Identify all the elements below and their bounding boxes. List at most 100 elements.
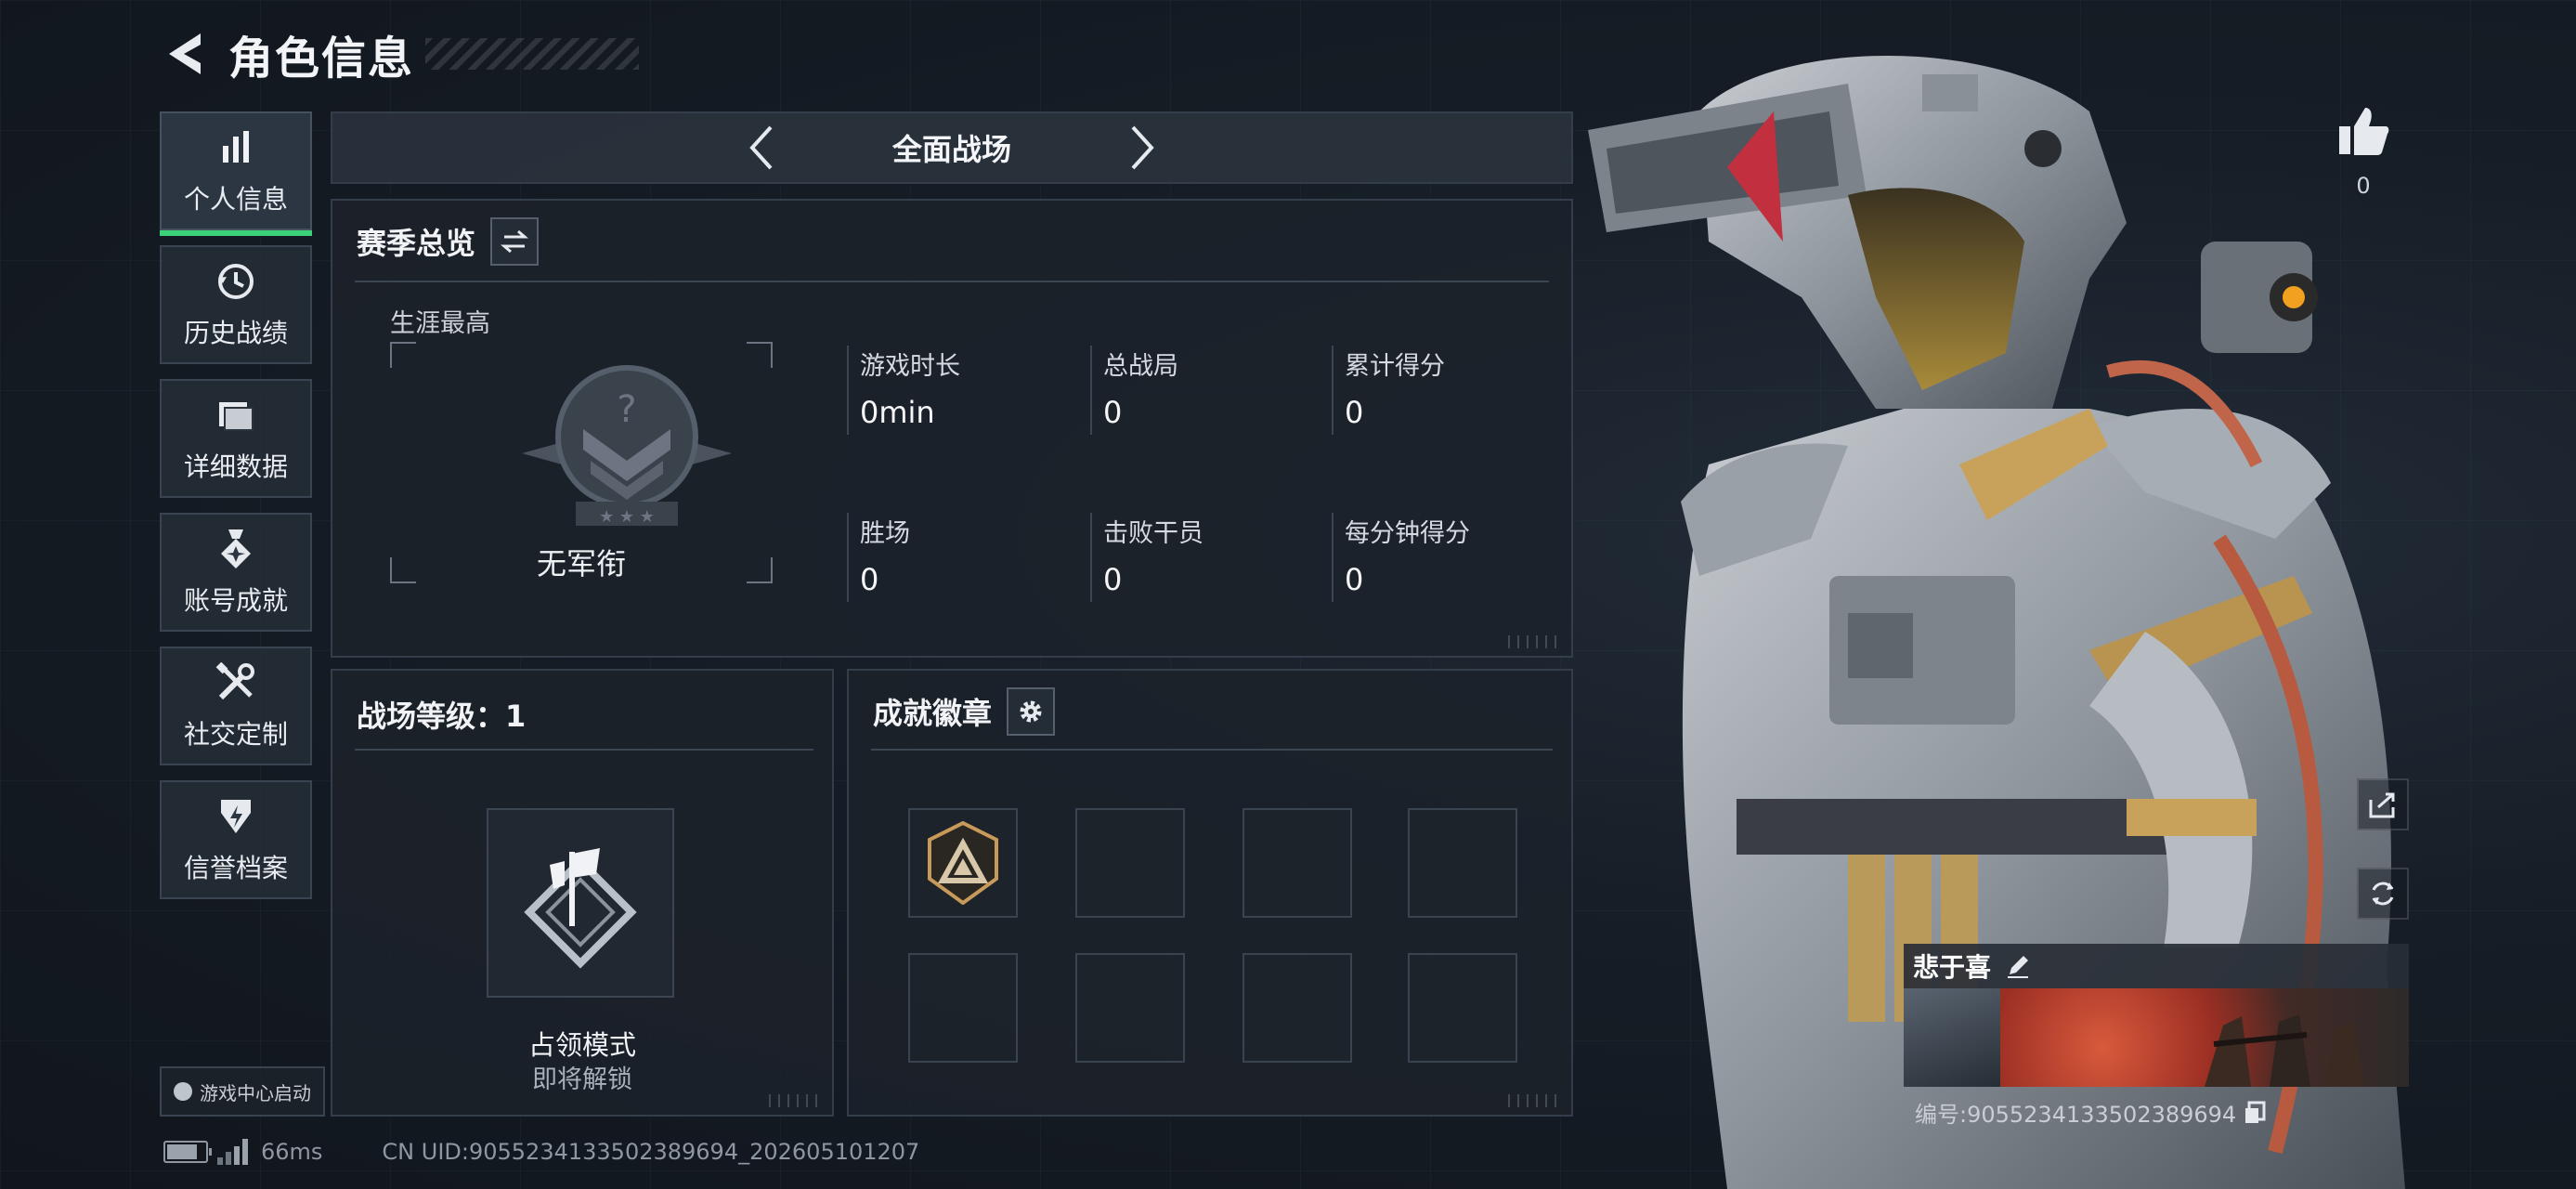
back-arrow-icon (169, 33, 201, 74)
sidebar-item-personal-info[interactable]: 个人信息 (160, 111, 312, 236)
swap-season-button[interactable] (490, 217, 540, 266)
badges-divider (871, 749, 1553, 751)
sidebar-item-history[interactable]: 历史战绩 (160, 245, 312, 364)
stat-value: 0 (1345, 562, 1364, 597)
triangle-emblem-icon (928, 821, 998, 905)
season-overview-panel: 赛季总览 生涯最高 ? ★ ★ ★ 无军衔 游戏时长 0min 总战局 0 累计… (331, 199, 1573, 658)
badges-title: 成就徽章 (873, 696, 993, 731)
player-avatar (1904, 988, 2000, 1087)
sidebar: 个人信息 历史战绩 详细数据 账号成就 社交定制 信誉档案 (160, 111, 312, 914)
tools-icon (214, 660, 258, 705)
stat-value: 0 (1103, 562, 1123, 597)
badge-slot[interactable] (1242, 808, 1352, 918)
panel-corner-decoration (1508, 635, 1564, 648)
ping-value: 66ms (261, 1139, 323, 1165)
stat-label: 胜场 (860, 519, 910, 548)
stat-label: 击败干员 (1103, 519, 1203, 548)
chevron-left-icon (749, 125, 773, 170)
mode-next-button[interactable] (1123, 120, 1164, 176)
sidebar-item-social[interactable]: 社交定制 (160, 647, 312, 765)
sidebar-item-achievements[interactable]: 账号成就 (160, 513, 312, 632)
svg-text:★ ★ ★: ★ ★ ★ (599, 507, 655, 527)
player-card[interactable]: 悲于喜 编号:9055234133502389694 (1904, 944, 2409, 1128)
share-button[interactable] (2357, 778, 2409, 830)
player-card-header: 悲于喜 (1904, 944, 2409, 988)
shield-icon (214, 794, 258, 839)
badge-slot[interactable] (1075, 953, 1185, 1063)
player-id: 编号:9055234133502389694 (1915, 1102, 2237, 1128)
signal-icon (217, 1139, 248, 1165)
game-center-launch-tag: 游戏中心启动 (160, 1066, 325, 1117)
gear-icon (1020, 700, 1042, 723)
stat-wins: 胜场 0 (847, 513, 1088, 602)
flag-diamond-icon (524, 848, 637, 969)
stat-label: 游戏时长 (860, 352, 960, 381)
capture-mode-name: 占领模式 (527, 1029, 636, 1061)
badge-slot[interactable] (1408, 808, 1517, 918)
status-bar: 66ms CN UID:9055234133502389694_20260510… (163, 1139, 919, 1165)
refresh-icon (2372, 882, 2394, 906)
title-decoration (425, 38, 640, 70)
mode-prev-button[interactable] (740, 120, 781, 176)
capture-mode-status: 即将解锁 (532, 1065, 632, 1094)
badge-slot[interactable] (1075, 808, 1185, 918)
edit-pencil-icon (2008, 956, 2029, 978)
share-icon (2369, 792, 2395, 818)
panel-corner-decoration (769, 1094, 825, 1107)
stat-score-per-minute: 每分钟得分 0 (1332, 513, 1573, 602)
stat-play-time: 游戏时长 0min (847, 346, 1088, 435)
achievement-badges-panel: 成就徽章 (847, 669, 1573, 1117)
launch-label: 游戏中心启动 (200, 1081, 311, 1104)
back-button[interactable] (160, 26, 212, 82)
stat-total-score: 累计得分 0 (1332, 346, 1573, 435)
copy-icon (2245, 1101, 2266, 1123)
battlefield-level-panel: 战场等级：1 占领模式 即将解锁 (331, 669, 834, 1117)
badge-slot[interactable] (908, 953, 1018, 1063)
rank-frame: ? ★ ★ ★ 无军衔 (390, 342, 773, 583)
badge-slot[interactable] (908, 808, 1018, 918)
sidebar-item-label: 详细数据 (183, 451, 288, 482)
stat-value: 0 (860, 562, 879, 597)
career-best-label: 生涯最高 (390, 309, 490, 338)
player-name: 悲于喜 (1913, 952, 1992, 983)
battery-icon (163, 1141, 212, 1163)
stat-kills: 击败干员 0 (1090, 513, 1332, 602)
sidebar-item-detail-data[interactable]: 详细数据 (160, 379, 312, 498)
like-widget[interactable]: 0 (2331, 104, 2396, 199)
season-divider (355, 281, 1549, 282)
level-title: 战场等级：1 (357, 699, 527, 734)
sidebar-item-label: 账号成就 (183, 585, 288, 616)
medal-icon (214, 527, 258, 571)
sidebar-item-label: 个人信息 (183, 184, 288, 215)
sidebar-item-label: 社交定制 (183, 719, 288, 750)
like-count: 0 (2356, 173, 2371, 199)
badge-settings-button[interactable] (1007, 687, 1056, 736)
badge-slot[interactable] (1408, 953, 1517, 1063)
refresh-button[interactable] (2357, 868, 2409, 920)
folder-icon (214, 393, 258, 438)
badge-slot[interactable] (1242, 953, 1352, 1063)
player-banner (2000, 988, 2409, 1087)
mode-label: 全面战场 (891, 132, 1011, 167)
season-overview-title: 赛季总览 (357, 226, 476, 261)
season-overview-header: 赛季总览 (357, 217, 540, 266)
stat-value: 0 (1345, 395, 1364, 430)
mode-selector: 全面战场 (331, 111, 1573, 184)
qq-penguin-icon (174, 1082, 192, 1101)
svg-text:?: ? (617, 388, 636, 431)
stat-value: 0 (1103, 395, 1123, 430)
sidebar-item-label: 信誉档案 (183, 853, 288, 883)
badges-header: 成就徽章 (873, 687, 1056, 736)
stat-label: 每分钟得分 (1345, 519, 1470, 548)
rank-name: 无军衔 (536, 546, 626, 581)
rank-emblem-icon: ? ★ ★ ★ (520, 364, 734, 535)
panel-corner-decoration (1508, 1094, 1564, 1107)
player-id-row: 编号:9055234133502389694 (1904, 1087, 2409, 1138)
sidebar-item-credit[interactable]: 信誉档案 (160, 780, 312, 899)
capture-mode-card[interactable] (487, 808, 674, 998)
page-title: 角色信息 (228, 33, 415, 85)
stat-total-matches: 总战局 0 (1090, 346, 1332, 435)
header: 角色信息 (160, 20, 640, 87)
player-card-body (1904, 988, 2409, 1087)
level-divider (355, 749, 813, 751)
